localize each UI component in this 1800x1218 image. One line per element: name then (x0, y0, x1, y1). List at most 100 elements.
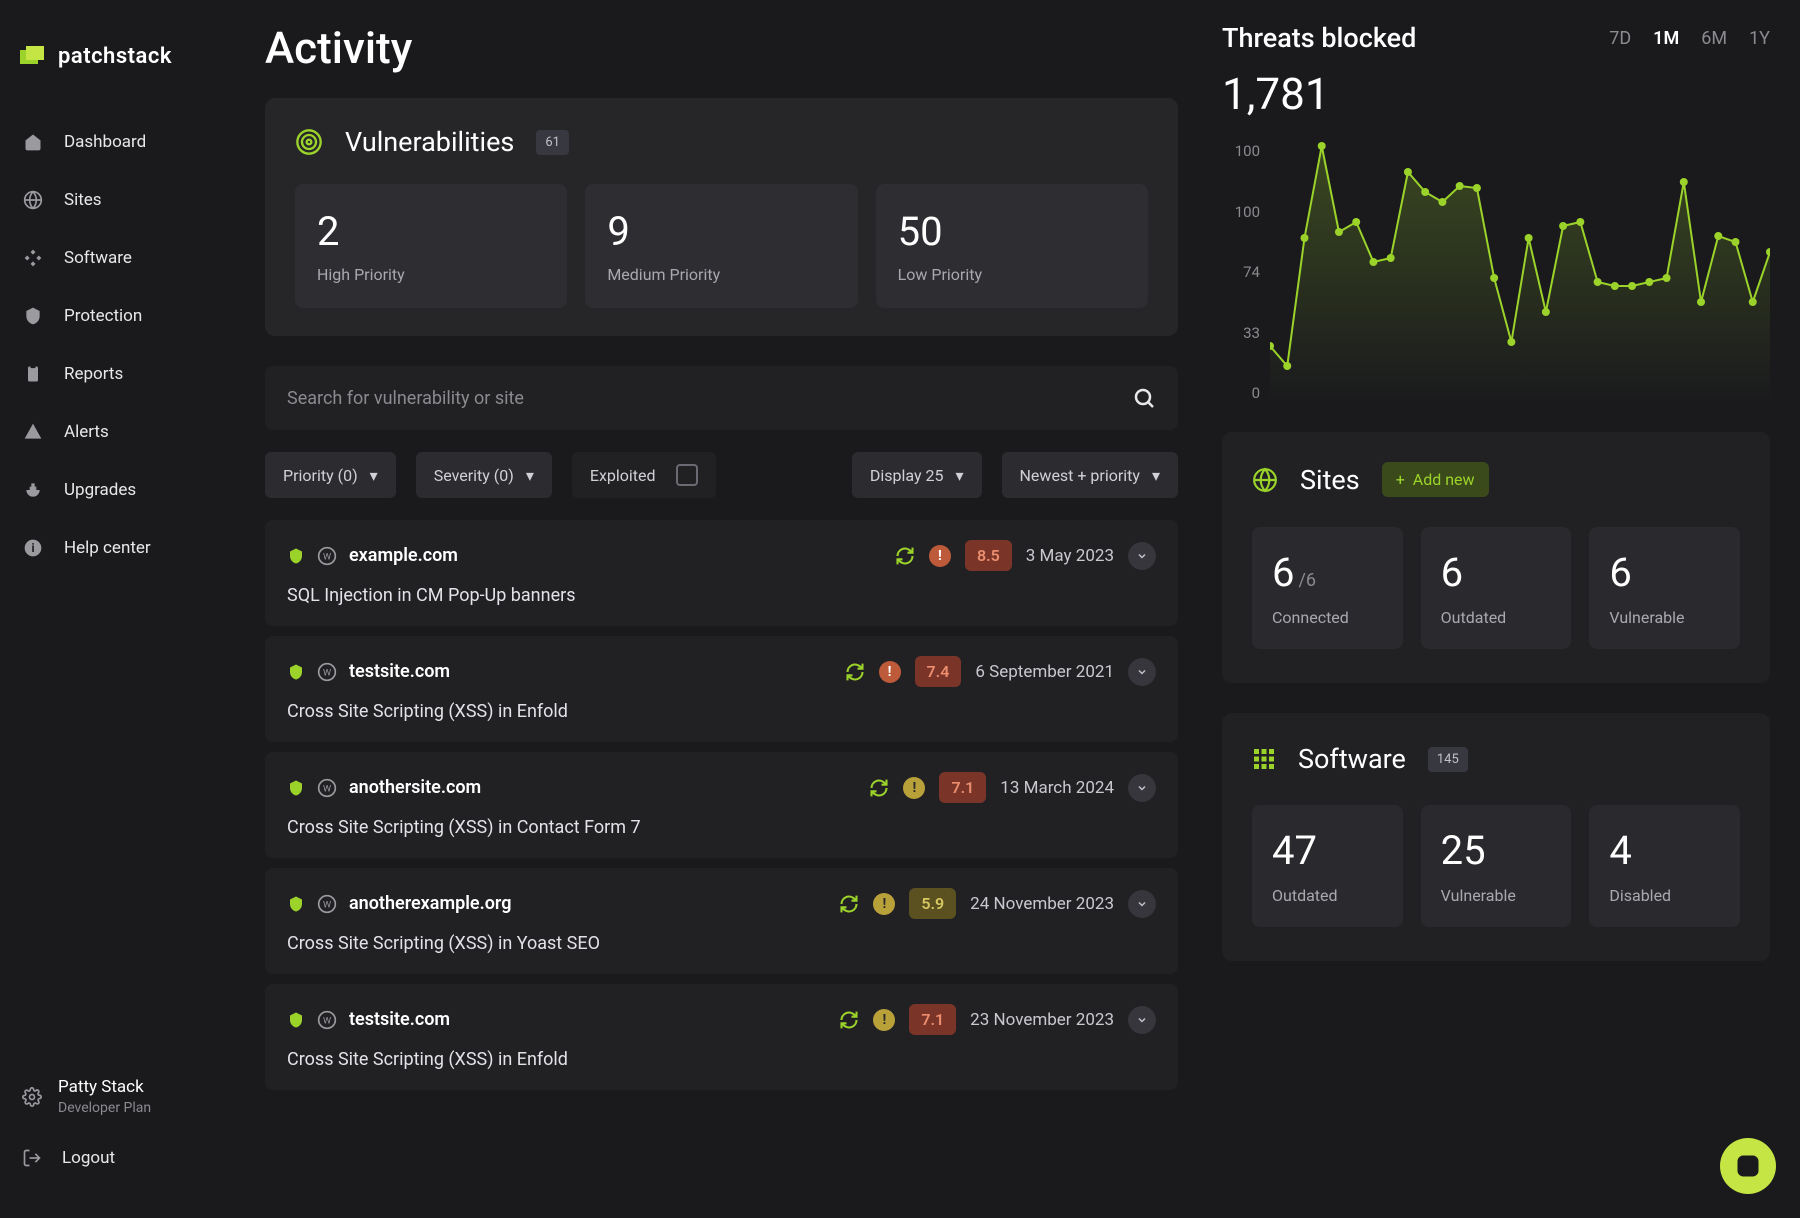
stat-card[interactable]: 50Low Priority (876, 184, 1148, 308)
refresh-icon[interactable] (895, 546, 915, 566)
sites-panel: Sites + Add new 6 /6Connected6 Outdated6… (1222, 432, 1770, 683)
warning-icon: ! (879, 661, 901, 683)
user-profile[interactable]: Patty Stack Developer Plan (22, 1067, 243, 1134)
search-box[interactable] (265, 366, 1178, 430)
logout-icon (22, 1148, 42, 1168)
warning-icon: ! (903, 777, 925, 799)
vulnerability-item[interactable]: Wtestsite.com!7.123 November 2023Cross S… (265, 984, 1178, 1090)
vulnerabilities-count-badge: 61 (536, 130, 569, 155)
grid-icon (1252, 747, 1276, 771)
logout-button[interactable]: Logout (22, 1134, 243, 1182)
refresh-icon[interactable] (839, 1010, 859, 1030)
range-tab-1Y[interactable]: 1Y (1749, 28, 1770, 49)
sidebar-item-alerts[interactable]: Alerts (0, 403, 265, 461)
brand-logo[interactable]: patchstack (0, 26, 265, 103)
vulnerability-date: 6 September 2021 (975, 662, 1114, 682)
vulnerability-item[interactable]: Wanotherexample.org!5.924 November 2023C… (265, 868, 1178, 974)
priority-filter[interactable]: Priority (0) ▾ (265, 452, 396, 498)
site-name: anotherexample.org (349, 893, 511, 914)
severity-filter[interactable]: Severity (0) ▾ (416, 452, 552, 498)
range-tab-7D[interactable]: 7D (1609, 28, 1631, 49)
checkbox-icon[interactable] (676, 464, 698, 486)
exploited-filter[interactable]: Exploited (572, 452, 716, 498)
sidebar-item-upgrades[interactable]: Upgrades (0, 461, 265, 519)
site-name: testsite.com (349, 661, 450, 682)
expand-button[interactable] (1128, 542, 1156, 570)
refresh-icon[interactable] (839, 894, 859, 914)
shield-icon (287, 1011, 305, 1029)
vulnerability-item[interactable]: Wanothersite.com!7.113 March 2024Cross S… (265, 752, 1178, 858)
patchstack-logo-icon (20, 46, 48, 68)
expand-button[interactable] (1128, 774, 1156, 802)
wordpress-icon: W (317, 894, 337, 914)
expand-button[interactable] (1128, 1006, 1156, 1034)
display-filter[interactable]: Display 25 ▾ (852, 452, 982, 498)
stat-number: 2 (317, 208, 545, 255)
add-new-site-button[interactable]: + Add new (1382, 462, 1489, 497)
shield-icon (287, 547, 305, 565)
puzzle-icon (22, 247, 44, 269)
sidebar-item-help-center[interactable]: iHelp center (0, 519, 265, 577)
stat-card[interactable]: 2 High Priority (295, 184, 567, 308)
search-input[interactable] (287, 388, 1132, 409)
warning-icon: ! (873, 893, 895, 915)
chevron-down-icon: ▾ (955, 466, 963, 485)
site-name: example.com (349, 545, 458, 566)
refresh-icon[interactable] (869, 778, 889, 798)
globe-icon (22, 189, 44, 211)
software-stat-card[interactable]: 47Outdated (1252, 805, 1403, 927)
warning-icon (22, 421, 44, 443)
search-icon[interactable] (1132, 386, 1156, 410)
sidebar: patchstack Dashboard SitesSoftware Protect… (0, 0, 265, 1218)
site-stat-card[interactable]: 6 /6Connected (1252, 527, 1403, 649)
range-tab-1M[interactable]: 1M (1653, 28, 1679, 49)
expand-button[interactable] (1128, 658, 1156, 686)
site-name: testsite.com (349, 1009, 450, 1030)
site-stat-card[interactable]: 6 Outdated (1421, 527, 1572, 649)
sort-filter[interactable]: Newest + priority ▾ (1002, 452, 1178, 498)
software-stat-card[interactable]: 4Disabled (1589, 805, 1740, 927)
range-tab-6M[interactable]: 6M (1701, 28, 1727, 49)
sidebar-item-reports[interactable]: Reports (0, 345, 265, 403)
wordpress-icon: W (317, 662, 337, 682)
expand-button[interactable] (1128, 890, 1156, 918)
software-panel: Software 145 47Outdated25Vulnerable4Disa… (1222, 713, 1770, 961)
stat-label: High Priority (317, 265, 545, 284)
sidebar-item-sites[interactable]: Sites (0, 171, 265, 229)
stat-card[interactable]: 9Medium Priority (585, 184, 857, 308)
nav-label: Protection (64, 306, 142, 326)
help-chat-button[interactable] (1720, 1138, 1776, 1194)
software-count-badge: 145 (1428, 747, 1468, 772)
warning-icon: ! (929, 545, 951, 567)
chevron-down-icon: ▾ (526, 466, 534, 485)
stat-label: Low Priority (898, 265, 1126, 284)
vulnerabilities-panel: Vulnerabilities 61 2High Priority9Medium… (265, 98, 1178, 336)
time-range-tabs: 7D 1M 6M 1Y (1609, 28, 1770, 49)
clipboard-icon (22, 363, 44, 385)
nav-label: Alerts (64, 422, 109, 442)
vulnerability-date: 3 May 2023 (1026, 546, 1114, 566)
sites-title: Sites (1300, 464, 1360, 496)
site-stat-card[interactable]: 6 Vulnerable (1589, 527, 1740, 649)
vulnerability-item[interactable]: Wtestsite.com!7.46 September 2021Cross S… (265, 636, 1178, 742)
shield-icon (287, 663, 305, 681)
vulnerability-item[interactable]: Wexample.com!8.53 May 2023SQL Injection … (265, 520, 1178, 626)
sidebar-item-dashboard[interactable]: Dashboard (0, 113, 265, 171)
chevron-down-icon: ▾ (1152, 466, 1160, 485)
sidebar-item-protection[interactable]: Protection (0, 287, 265, 345)
vulnerability-date: 13 March 2024 (1000, 778, 1114, 798)
site-name: anothersite.com (349, 777, 481, 798)
vulnerability-date: 24 November 2023 (970, 894, 1114, 914)
nav-label: Dashboard (64, 132, 146, 152)
refresh-icon[interactable] (845, 662, 865, 682)
home-icon (22, 131, 44, 153)
brand-name: patchstack (58, 44, 172, 69)
sidebar-item-software[interactable]: Software (0, 229, 265, 287)
target-icon (295, 128, 323, 156)
threats-title: Threats blocked (1222, 22, 1416, 54)
user-name: Patty Stack (58, 1077, 151, 1097)
software-stat-card[interactable]: 25Vulnerable (1421, 805, 1572, 927)
vulnerability-description: Cross Site Scripting (XSS) in Yoast SEO (287, 933, 1156, 954)
globe-icon (1252, 467, 1278, 493)
vulnerability-description: Cross Site Scripting (XSS) in Enfold (287, 1049, 1156, 1070)
